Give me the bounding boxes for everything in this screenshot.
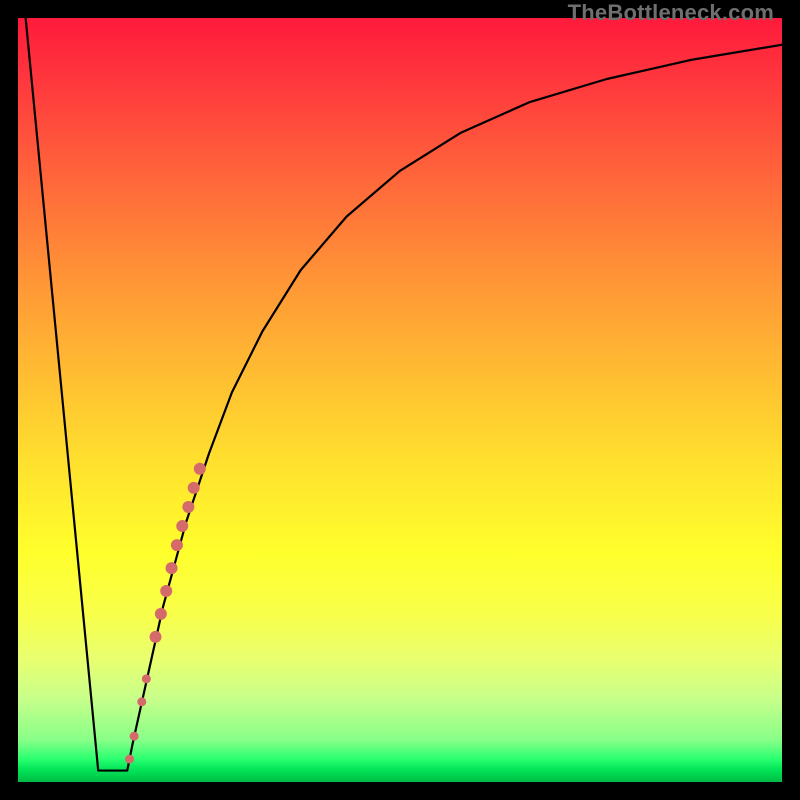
bottleneck-curve xyxy=(26,18,782,771)
highlight-marker xyxy=(150,631,162,643)
highlight-marker xyxy=(130,732,139,741)
highlight-marker xyxy=(137,697,146,706)
highlight-marker xyxy=(171,539,183,551)
chart-stage: TheBottleneck.com xyxy=(0,0,800,800)
highlight-marker xyxy=(194,463,206,475)
highlight-marker xyxy=(155,608,167,620)
highlight-marker xyxy=(176,520,188,532)
highlight-marker xyxy=(166,562,178,574)
highlight-marker xyxy=(160,585,172,597)
highlight-marker xyxy=(188,482,200,494)
highlight-marker xyxy=(125,755,134,764)
plot-area xyxy=(18,18,782,782)
highlight-marker xyxy=(182,501,194,513)
highlight-marker xyxy=(142,674,151,683)
watermark-text: TheBottleneck.com xyxy=(568,0,774,26)
bottleneck-curve-plot xyxy=(18,18,782,782)
